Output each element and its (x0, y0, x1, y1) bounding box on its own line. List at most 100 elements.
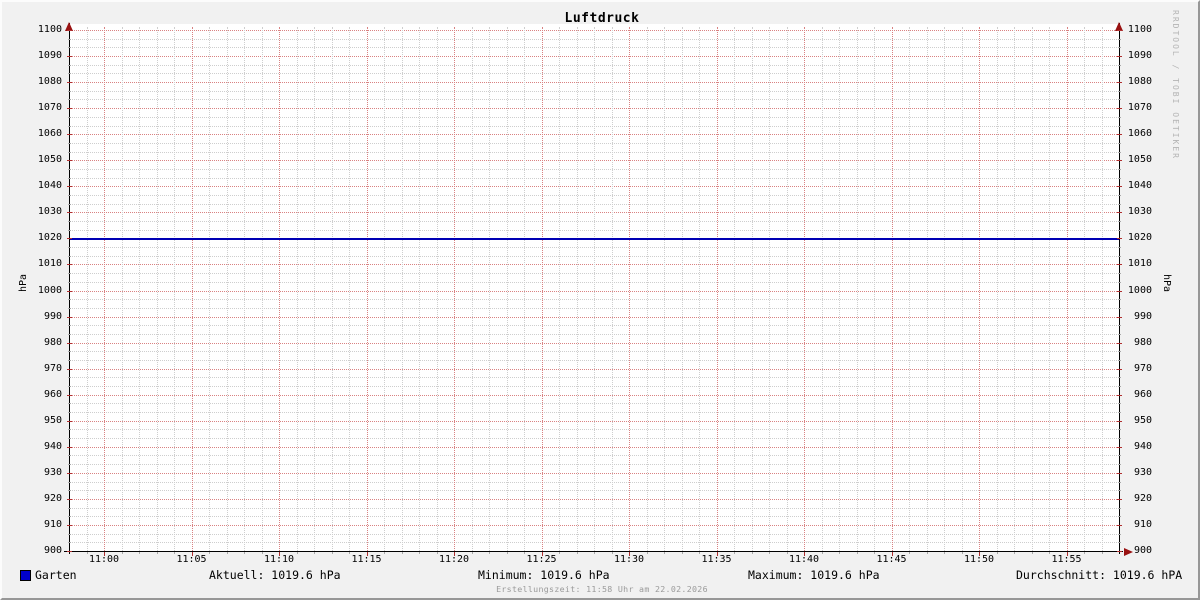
x-axis-tick (156, 552, 158, 554)
legend-stat-minimum: Minimum: 1019.6 hPa (478, 568, 610, 582)
y-axis-tick (68, 429, 71, 431)
y-axis-tick (68, 464, 71, 466)
y-axis-tick (1118, 255, 1121, 257)
y-axis-tick-label-left: 1010 (37, 258, 62, 270)
v-gridline-major (279, 27, 280, 551)
v-gridline-minor (384, 27, 385, 551)
x-axis-tick-label: 11:45 (876, 554, 907, 565)
y-axis-tick-label-right: 1030 (1127, 206, 1152, 218)
x-axis-tick (244, 552, 245, 554)
y-axis-tick (1118, 151, 1121, 153)
y-axis-tick-label-right: 1080 (1127, 76, 1152, 88)
y-axis-tick (68, 203, 71, 205)
y-axis-tick-label-left: 900 (43, 545, 62, 556)
y-axis-tick (1118, 429, 1121, 431)
v-gridline-minor (1049, 27, 1050, 551)
rrdtool-watermark: RRDTOOL / TOBI OETIKER (1171, 10, 1180, 160)
y-axis-tick (67, 134, 72, 136)
x-axis-tick (944, 552, 945, 554)
y-axis-tick-label-right: 1090 (1127, 50, 1152, 62)
v-gridline-minor (1084, 27, 1085, 551)
y-axis-tick-label-left: 930 (43, 466, 62, 478)
v-gridline-minor (489, 27, 490, 551)
y-axis-tick-label-left: 1090 (37, 50, 62, 62)
y-axis-tick (1118, 438, 1121, 440)
x-axis-tick (1014, 552, 1015, 554)
y-axis-tick (68, 99, 71, 101)
y-axis-tick-label-left: 1020 (37, 232, 62, 244)
v-gridline-minor (909, 27, 910, 551)
y-axis-tick (67, 30, 72, 31)
y-axis-tick (68, 194, 71, 196)
v-gridline-minor (419, 27, 420, 551)
y-axis-tick-label-left: 990 (43, 310, 62, 322)
v-gridline-minor (1101, 27, 1103, 551)
x-axis-tick (751, 552, 753, 554)
y-axis-tick (1118, 481, 1121, 483)
v-gridline-major (366, 27, 368, 551)
v-gridline-minor (926, 27, 928, 551)
y-axis-tick-label-left: 1030 (37, 206, 62, 218)
v-gridline-minor (506, 27, 508, 551)
y-axis-tick (1118, 281, 1121, 283)
x-axis-tick (786, 552, 788, 554)
y-axis-tick-label-left: 1060 (37, 128, 62, 140)
data-line (69, 238, 1119, 240)
x-axis-tick (436, 552, 438, 554)
y-axis-tick (1118, 273, 1121, 275)
y-axis-tick (68, 403, 71, 405)
x-axis-tick-label: 11:25 (526, 554, 557, 565)
v-gridline-major (716, 27, 718, 551)
y-axis-tick (68, 125, 71, 127)
v-gridline-minor (646, 27, 648, 551)
rrdtool-graph: Luftdruck RRDTOOL / TOBI OETIKER hPa hPa… (0, 0, 1200, 600)
v-gridline-minor (209, 27, 210, 551)
y-axis-tick (67, 186, 72, 188)
y-axis-tick-label-right: 980 (1133, 336, 1152, 348)
x-axis-tick (821, 552, 823, 554)
y-axis-tick (68, 116, 71, 118)
y-axis-tick-label-right: 1020 (1127, 232, 1152, 244)
x-axis-tick (296, 552, 298, 554)
x-axis-tick-label: 11:05 (176, 554, 207, 565)
v-gridline-minor (734, 27, 735, 551)
x-axis-tick (576, 552, 578, 554)
y-axis-tick (1118, 125, 1121, 127)
x-axis-tick (926, 552, 928, 554)
v-gridline-minor (944, 27, 945, 551)
y-axis-tick (67, 368, 72, 370)
v-gridline-minor (86, 27, 88, 551)
y-axis-tick (1118, 99, 1121, 101)
y-axis-tick-label-left: 910 (43, 518, 62, 530)
v-gridline-minor (786, 27, 788, 551)
v-gridline-major (891, 27, 893, 551)
y-axis-tick (67, 108, 72, 110)
y-axis-tick-label-right: 1000 (1127, 284, 1152, 296)
y-axis-tick (68, 333, 71, 335)
x-axis-tick (769, 552, 770, 554)
y-axis-tick (68, 38, 71, 40)
y-axis-label-right: hPa (1161, 274, 1172, 293)
y-axis-tick (1118, 142, 1121, 144)
x-axis-tick (331, 552, 333, 554)
y-axis-tick (67, 316, 72, 318)
y-axis-tick (68, 351, 71, 353)
x-axis-tick (734, 552, 735, 554)
x-axis-tick (471, 552, 473, 554)
y-axis-line-left (69, 23, 70, 554)
y-axis-tick (67, 238, 72, 240)
y-axis-tick (68, 438, 71, 440)
y-axis-tick (1118, 73, 1121, 75)
y-axis-tick (1118, 168, 1121, 170)
x-axis-tick (419, 552, 420, 554)
v-gridline-major (191, 27, 193, 551)
y-axis-tick (1118, 542, 1121, 544)
y-axis-tick (68, 64, 71, 66)
v-gridline-minor (699, 27, 700, 551)
x-axis-tick (664, 552, 665, 554)
x-axis-tick-label: 11:30 (613, 554, 645, 565)
y-axis-tick (1118, 455, 1121, 457)
y-axis-tick (1118, 47, 1121, 49)
x-axis-tick (646, 552, 648, 554)
y-axis-tick-label-left: 940 (43, 440, 62, 452)
